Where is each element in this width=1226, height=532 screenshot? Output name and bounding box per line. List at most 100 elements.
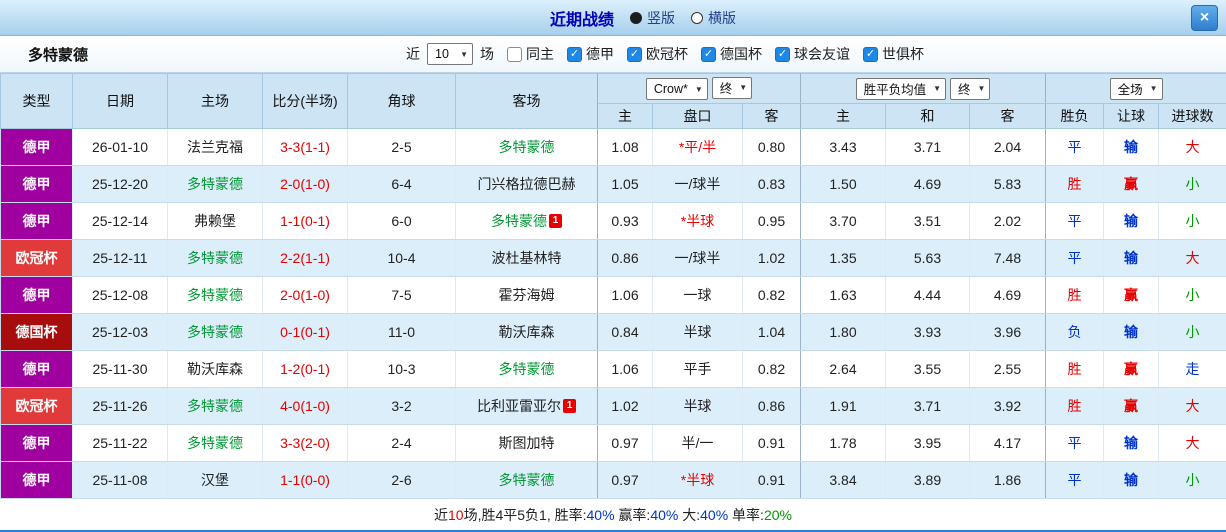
away-team-cell: 斯图加特 [455, 424, 598, 462]
summary-segment: 大: [678, 506, 701, 523]
away-team-cell: 多特蒙德 [455, 128, 598, 166]
checkbox-checked-icon[interactable]: ✓ [775, 46, 790, 62]
avg-away-cell: 5.83 [969, 165, 1047, 203]
avg-stage-select[interactable]: 终 ▼ [949, 77, 991, 100]
match-count-select[interactable]: 10 ▼ [427, 43, 473, 65]
team-name: 法兰克福 [187, 139, 243, 155]
away-team-cell: 多特蒙德 [455, 350, 598, 388]
corners-cell: 2-5 [347, 128, 456, 166]
corners-cell: 10-3 [347, 350, 456, 388]
filter-checkbox-同主[interactable]: 同主 [507, 44, 554, 64]
checkbox-checked-icon[interactable]: ✓ [701, 46, 716, 62]
checkbox-checked-icon[interactable]: ✓ [627, 46, 642, 62]
checkbox-checked-icon[interactable]: ✓ [567, 46, 582, 62]
corners-cell: 6-4 [347, 165, 456, 203]
subheader-goals: 进球数 [1158, 103, 1226, 129]
odds-home-cell: 1.06 [597, 350, 653, 388]
handicap-cell: 半球 [652, 313, 743, 351]
match-row: 德甲 25-12-14 弗赖堡 1-1(0-1) 6-0 多特蒙德 1 0.93 *半球 0.95… [0, 202, 1226, 240]
team-name-label: 多特蒙德 [28, 46, 89, 64]
avg-home-cell: 3.43 [800, 128, 886, 166]
summary-bar: 近 10 场,胜4平5负1, 胜率: 40% 赢率: 40% 大: 40% 单率: 20% [0, 499, 1226, 530]
chevron-down-icon: ▼ [739, 83, 748, 93]
avg-draw-cell: 3.93 [885, 313, 970, 351]
handicap-cell: 一/球半 [652, 165, 743, 203]
filter-checkbox-德国杯[interactable]: ✓ 德国杯 [701, 44, 762, 64]
filter-checkbox-欧冠杯[interactable]: ✓ 欧冠杯 [627, 44, 688, 64]
goals-cell: 大 [1158, 239, 1226, 277]
league-cell: 德甲 [0, 350, 73, 388]
score-cell: 4-0(1-0) [262, 387, 348, 425]
date-cell: 25-12-08 [72, 276, 168, 314]
away-team-cell: 多特蒙德 [455, 461, 598, 499]
match-count-value: 10 [435, 47, 449, 61]
avg-away-cell: 2.04 [969, 128, 1047, 166]
goals-cell: 大 [1158, 387, 1226, 425]
corners-cell: 10-4 [347, 239, 456, 277]
avg-type-select[interactable]: 胜平负均值 ▼ [855, 77, 947, 100]
filter-controls: 近 10 ▼ 场 同主 ✓ 德甲 ✓ 欧冠杯 ✓ 德国杯 ✓ 球会友谊 ✓ 世俱杯 [406, 43, 924, 65]
avg-away-cell: 3.92 [969, 387, 1047, 425]
handicap-cell: 一球 [652, 276, 743, 314]
date-cell: 26-01-10 [72, 128, 168, 166]
handicap-cell: *平/半 [652, 128, 743, 166]
league-cell: 欧冠杯 [0, 387, 73, 425]
team-name: 多特蒙德 [187, 435, 243, 451]
checkbox-checked-icon[interactable]: ✓ [863, 46, 878, 62]
score-cell: 2-0(1-0) [262, 276, 348, 314]
odds-home-cell: 0.93 [597, 202, 653, 240]
avg-draw-cell: 4.69 [885, 165, 970, 203]
score-cell: 1-2(0-1) [262, 350, 348, 388]
score-cell: 0-1(0-1) [262, 313, 348, 351]
near-label: 近 [406, 46, 420, 62]
date-cell: 25-11-30 [72, 350, 168, 388]
odds-away-cell: 0.91 [742, 424, 801, 462]
match-row: 德国杯 25-12-03 多特蒙德 0-1(0-1) 11-0 勒沃库森 0.84 半球 1.0… [0, 313, 1226, 351]
result-cell: 平 [1045, 202, 1105, 240]
odds-company-select[interactable]: Crow* ▼ [645, 78, 708, 101]
radio-horizontal-layout[interactable]: 横版 [691, 8, 736, 28]
odds-company-value: Crow* [653, 82, 688, 97]
subheader-avg-away: 客 [968, 103, 1047, 129]
avg-draw-cell: 3.51 [885, 202, 970, 240]
handicap-cell: 平手 [652, 350, 743, 388]
result-cell: 胜 [1045, 387, 1105, 425]
odds-stage-select[interactable]: 终 ▼ [711, 76, 753, 99]
match-row: 德甲 26-01-10 法兰克福 3-3(1-1) 2-5 多特蒙德 1.08 *平/半 0.8… [0, 128, 1226, 166]
radio-vertical-layout[interactable]: 竖版 [630, 8, 675, 28]
league-cell: 德甲 [0, 202, 73, 240]
goals-cell: 小 [1158, 202, 1226, 240]
subheader-avg-home: 主 [800, 103, 886, 129]
matches-label: 场 [480, 46, 494, 62]
odds-stage-value: 终 [719, 82, 733, 97]
goals-cell: 大 [1158, 128, 1226, 166]
checkbox-label: 世俱杯 [882, 46, 924, 62]
away-team-cell: 多特蒙德 1 [455, 202, 598, 240]
radio-vertical-label: 竖版 [647, 9, 675, 26]
home-team-cell: 多特蒙德 [167, 424, 263, 462]
odds-home-cell: 0.84 [597, 313, 653, 351]
close-button[interactable]: × [1191, 5, 1218, 31]
odds-home-cell: 1.06 [597, 276, 653, 314]
odds-away-cell: 1.04 [742, 313, 801, 351]
score-cell: 2-0(1-0) [262, 165, 348, 203]
filter-checkbox-德甲[interactable]: ✓ 德甲 [567, 44, 614, 64]
checkbox-label: 球会友谊 [794, 46, 850, 62]
handicap-cell: *半球 [652, 202, 743, 240]
filter-checkbox-世俱杯[interactable]: ✓ 世俱杯 [863, 44, 924, 64]
scope-select[interactable]: 全场 ▼ [1109, 77, 1163, 100]
chevron-down-icon: ▼ [977, 84, 986, 93]
match-row: 德甲 25-12-08 多特蒙德 2-0(1-0) 7-5 霍芬海姆 1.06 一球 0.82 1… [0, 276, 1226, 314]
date-cell: 25-11-22 [72, 424, 168, 462]
filter-checkbox-球会友谊[interactable]: ✓ 球会友谊 [775, 44, 850, 64]
odds-home-cell: 1.08 [597, 128, 653, 166]
result-cell: 胜 [1045, 276, 1105, 314]
checkbox-unchecked-icon[interactable] [507, 46, 522, 62]
checkbox-label: 德甲 [586, 46, 614, 62]
score-cell: 2-2(1-1) [262, 239, 348, 277]
radio-selected-icon [630, 11, 642, 24]
avg-home-cell: 1.80 [800, 313, 886, 351]
team-name: 门兴格拉德巴赫 [477, 176, 576, 192]
score-cell: 1-1(0-1) [262, 202, 348, 240]
league-cell: 欧冠杯 [0, 239, 73, 277]
